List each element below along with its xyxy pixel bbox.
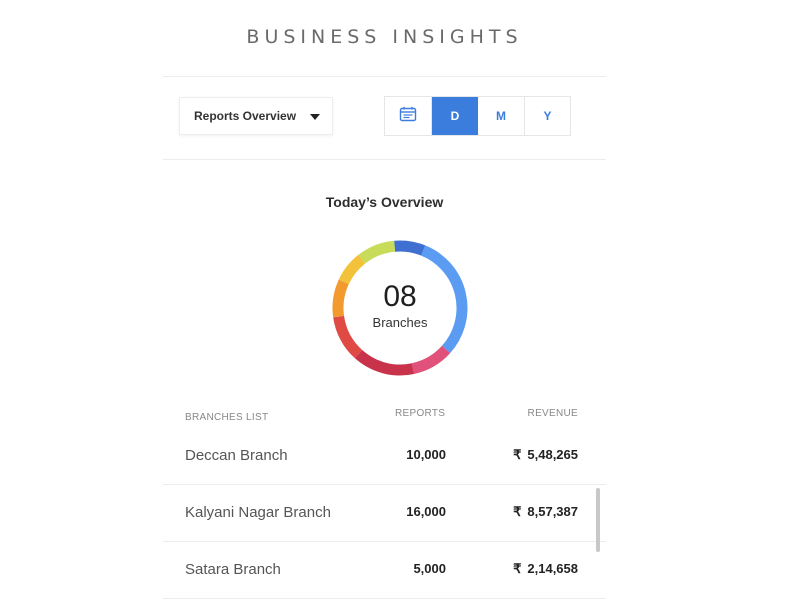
rupee-symbol: ₹ [513, 447, 522, 462]
period-month-button[interactable]: M [478, 97, 524, 135]
toolbar: Reports Overview D M Y [163, 77, 606, 160]
header-revenue: REVENUE [527, 408, 578, 419]
branch-row[interactable]: Kalyani Nagar Branch 16,000 ₹8,57,387 [163, 485, 606, 542]
list-scrollbar[interactable] [596, 488, 600, 552]
insights-panel: BUSINESS INSIGHTS Reports Overview D M Y… [163, 0, 606, 600]
branch-reports: 5,000 [413, 561, 446, 576]
branch-revenue-value: 5,48,265 [527, 447, 578, 462]
branch-revenue-value: 2,14,658 [527, 561, 578, 576]
branch-revenue: ₹5,48,265 [513, 447, 578, 463]
app-screen: BUSINESS INSIGHTS Reports Overview D M Y… [0, 0, 800, 600]
branch-row[interactable]: Deccan Branch 10,000 ₹5,48,265 [163, 428, 606, 485]
branch-revenue: ₹2,14,658 [513, 561, 578, 577]
calendar-icon [399, 106, 417, 127]
branch-row[interactable]: Satara Branch 5,000 ₹2,14,658 [163, 542, 606, 599]
branch-count-label: Branches [372, 314, 428, 330]
branch-name: Satara Branch [185, 561, 281, 578]
branch-revenue-value: 8,57,387 [527, 504, 578, 519]
branch-name: Kalyani Nagar Branch [185, 504, 331, 521]
branch-name: Deccan Branch [185, 447, 288, 464]
period-year-button[interactable]: Y [524, 97, 570, 135]
calendar-button[interactable] [385, 97, 432, 135]
app-header: BUSINESS INSIGHTS [163, 0, 606, 77]
branch-reports: 10,000 [406, 447, 446, 462]
overview-title: Today’s Overview [325, 194, 444, 210]
period-day-button[interactable]: D [432, 97, 478, 135]
rupee-symbol: ₹ [513, 561, 522, 576]
donut-center: 08 Branches [329, 237, 471, 379]
rupee-symbol: ₹ [513, 504, 522, 519]
report-type-selected: Reports Overview [194, 109, 297, 123]
report-type-dropdown[interactable]: Reports Overview [179, 97, 333, 135]
branch-count: 08 [383, 279, 417, 313]
header-branches-list: BRANCHES LIST [185, 412, 269, 423]
branch-reports: 16,000 [406, 504, 446, 519]
branches-list-header: BRANCHES LIST REPORTS REVENUE [163, 406, 606, 426]
caret-down-icon [310, 114, 320, 120]
branch-revenue: ₹8,57,387 [513, 504, 578, 520]
period-toggle-group: D M Y [384, 96, 571, 136]
branches-donut: 08 Branches [329, 237, 471, 379]
header-reports: REPORTS [395, 408, 446, 419]
app-title: BUSINESS INSIGHTS [246, 26, 523, 48]
